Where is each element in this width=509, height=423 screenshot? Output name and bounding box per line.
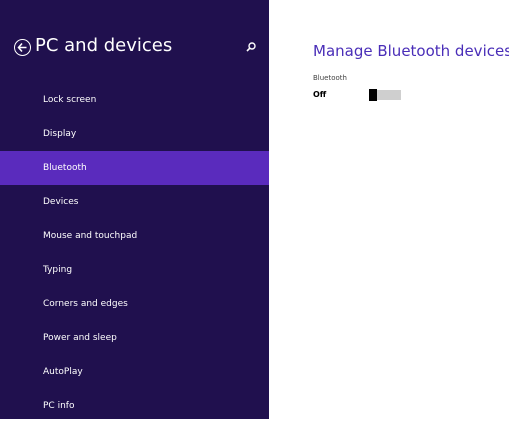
toggle-thumb[interactable] [369,89,377,101]
search-button[interactable] [244,40,258,54]
sidebar-item-display[interactable]: Display [0,117,269,151]
bluetooth-setting-label: Bluetooth [313,74,347,82]
sidebar-item-devices[interactable]: Devices [0,185,269,219]
bluetooth-state-text: Off [313,90,327,99]
sidebar-item-corners-and-edges[interactable]: Corners and edges [0,287,269,321]
sidebar-item-mouse-and-touchpad[interactable]: Mouse and touchpad [0,219,269,253]
sidebar-item-pc-info[interactable]: PC info [0,389,269,423]
search-icon [246,42,256,52]
sidebar-item-lock-screen[interactable]: Lock screen [0,83,269,117]
sidebar-item-autoplay[interactable]: AutoPlay [0,355,269,389]
sidebar-nav: Lock screen Display Bluetooth Devices Mo… [0,83,269,423]
back-button[interactable] [14,39,31,56]
bluetooth-toggle[interactable] [369,89,401,101]
sidebar-header: PC and devices [0,0,269,60]
page-title: Manage Bluetooth devices [313,42,509,60]
settings-sidebar: PC and devices Lock screen Display Bluet… [0,0,269,419]
back-arrow-icon [17,43,27,52]
sidebar-item-bluetooth[interactable]: Bluetooth [0,151,269,185]
sidebar-item-power-and-sleep[interactable]: Power and sleep [0,321,269,355]
sidebar-item-typing[interactable]: Typing [0,253,269,287]
sidebar-title: PC and devices [35,35,173,56]
